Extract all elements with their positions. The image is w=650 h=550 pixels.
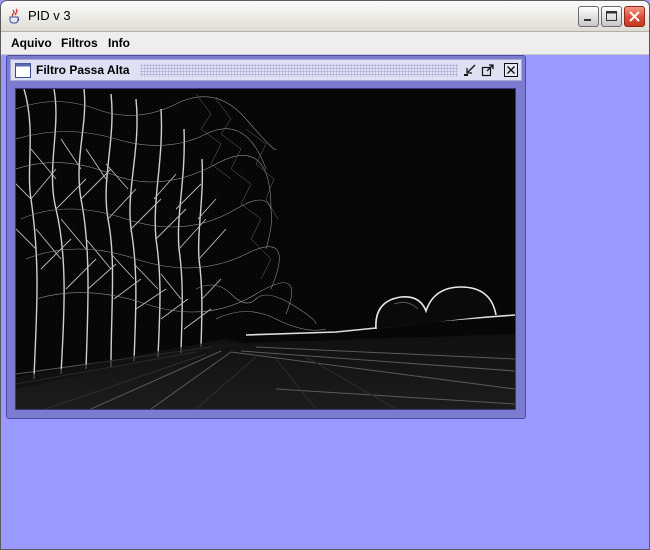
menu-item-info[interactable]: Info — [108, 36, 130, 50]
close-frame-icon[interactable] — [504, 63, 518, 77]
title-bar[interactable]: PID v 3 — [1, 1, 649, 32]
title-texture — [140, 64, 458, 77]
window-icon — [15, 63, 31, 78]
iconify-icon[interactable] — [463, 63, 477, 77]
close-icon — [629, 11, 640, 22]
window-title: PID v 3 — [28, 8, 71, 23]
minimize-button[interactable] — [578, 6, 599, 27]
internal-frame-title-bar[interactable]: Filtro Passa Alta — [10, 59, 522, 81]
java-cup-icon — [9, 8, 20, 24]
maximize-button[interactable] — [601, 6, 622, 27]
app-window: PID v 3 Aquivo Filtros Info Filtro Passa… — [0, 0, 650, 550]
edge-filtered-photo — [16, 89, 515, 409]
internal-frame-title: Filtro Passa Alta — [36, 63, 130, 77]
maximize-frame-icon[interactable] — [481, 63, 495, 77]
filtered-image — [15, 88, 516, 410]
menu-bar: Aquivo Filtros Info — [1, 32, 649, 55]
minimize-icon — [584, 19, 591, 21]
internal-frame[interactable]: Filtro Passa Alta — [6, 55, 526, 419]
close-button[interactable] — [624, 6, 645, 27]
menu-item-aquivo[interactable]: Aquivo — [11, 36, 52, 50]
maximize-icon — [606, 11, 617, 21]
menu-item-filtros[interactable]: Filtros — [61, 36, 98, 50]
